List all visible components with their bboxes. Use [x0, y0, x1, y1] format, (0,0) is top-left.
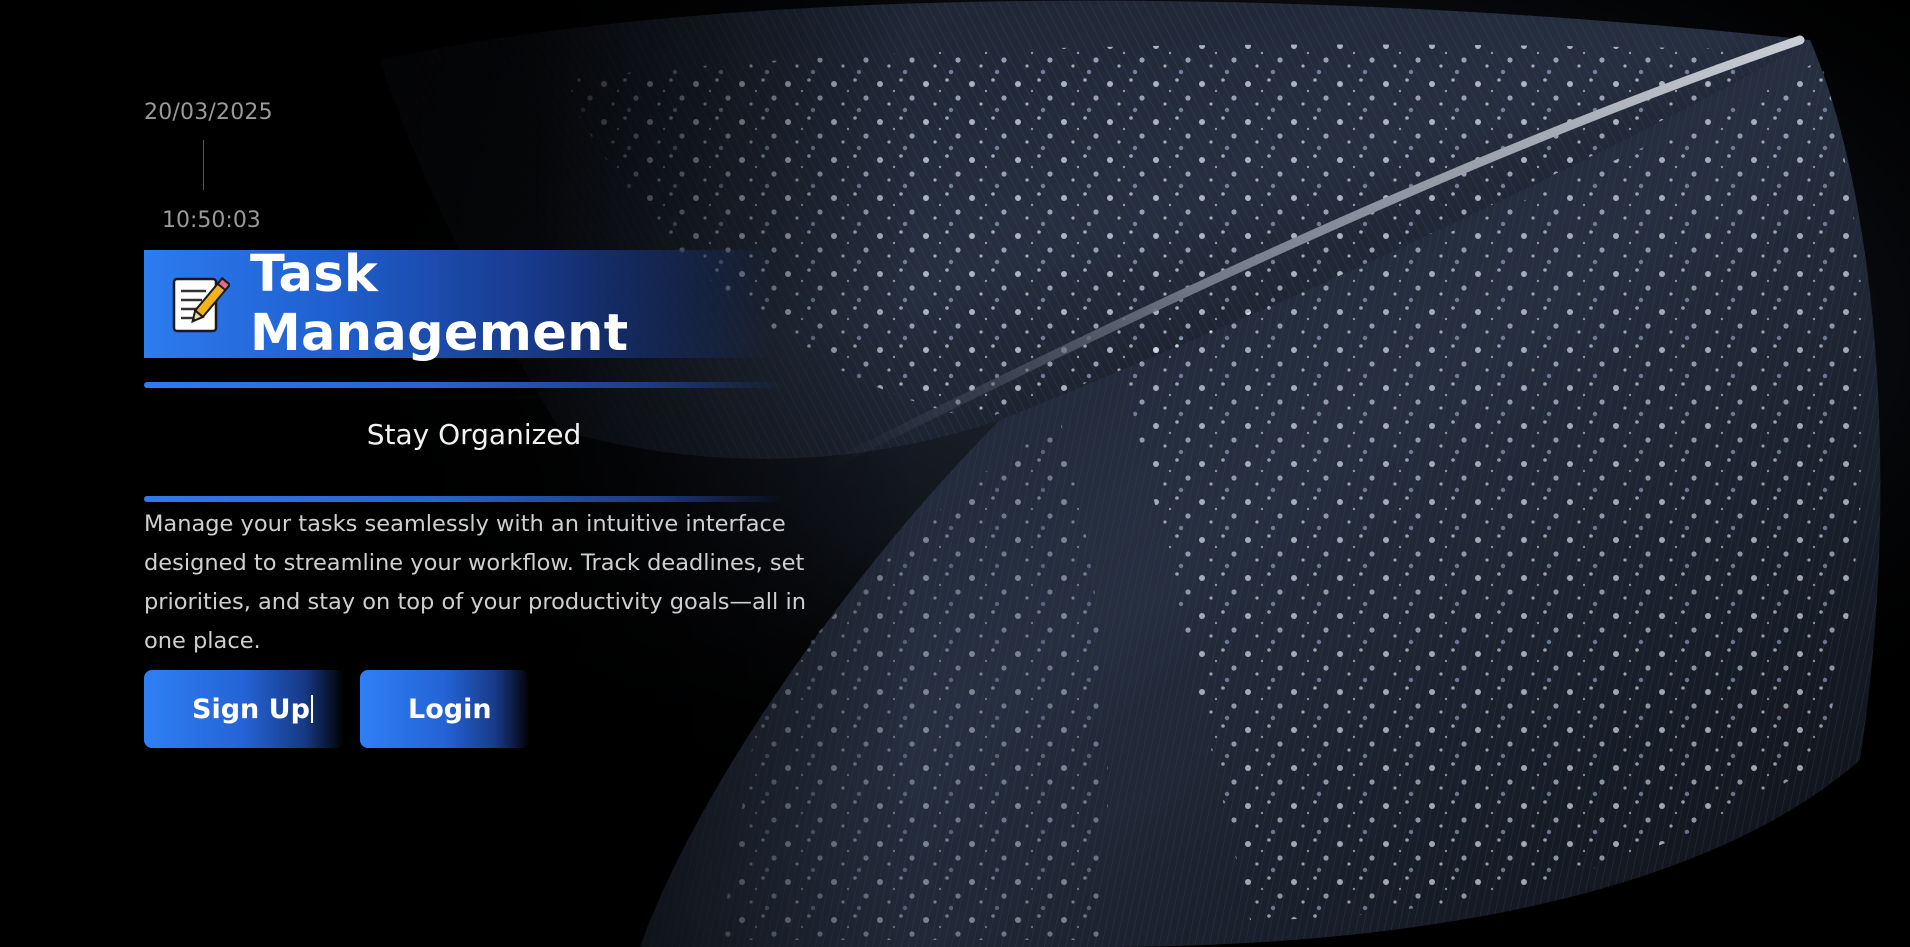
login-button[interactable]: Login — [360, 670, 530, 748]
text-caret — [310, 695, 313, 723]
intro-description: Manage your tasks seamlessly with an int… — [144, 511, 806, 654]
subtitle-divider — [144, 496, 784, 502]
memo-icon — [170, 273, 232, 335]
sign-up-button[interactable]: Sign Up — [144, 670, 344, 748]
sign-up-label: Sign Up — [192, 693, 310, 725]
feather-background-image — [0, 0, 1910, 947]
title-divider — [144, 382, 784, 388]
page-subtitle: Stay Organized — [366, 418, 582, 451]
current-date: 20/03/2025 — [144, 100, 273, 125]
page-title: Task Management — [250, 245, 629, 363]
login-label: Login — [408, 693, 492, 725]
title-banner: Task Management — [144, 245, 774, 363]
current-time: 10:50:03 — [162, 208, 261, 233]
date-time-divider — [203, 140, 204, 190]
landing-page: 20/03/2025 10:50:03 Task Management Stay… — [0, 0, 1910, 947]
